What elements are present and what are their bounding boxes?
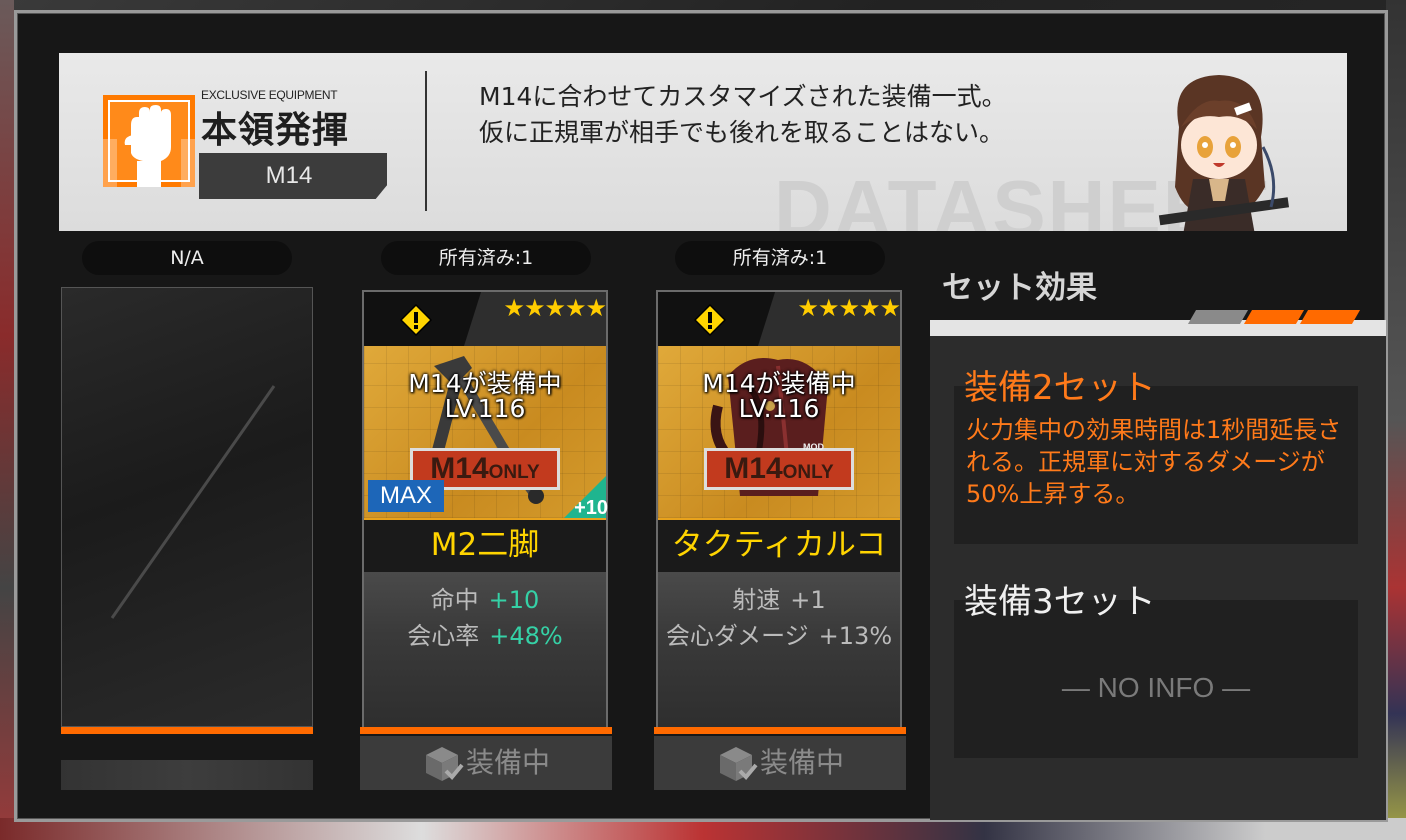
stat-crit-damage: 会心ダメージ +13% (658, 616, 900, 651)
slot-2-equipped-button[interactable]: 装備中 (360, 736, 612, 790)
exclusive-warning-icon (400, 304, 432, 336)
set-progress-segment-empty (1187, 310, 1249, 324)
set-progress-segment-filled (1299, 310, 1361, 324)
rarity-stars: ★★★★★ (503, 294, 607, 322)
exclusive-equipment-subtitle: EXCLUSIVE EQUIPMENT (201, 88, 338, 102)
m14-chibi-portrait (1158, 75, 1290, 231)
set-title: 本領発揮 (201, 109, 350, 151)
only-badge-model: M14 (724, 452, 783, 485)
stat-label: 会心率 (407, 622, 480, 650)
set-2-description: 火力集中の効果時間は1秒間延長される。正規軍に対するダメージが50%上昇する。 (966, 416, 1342, 508)
stat-label: 命中 (430, 586, 479, 614)
m14-only-badge: M14ONLY MOD (704, 442, 854, 490)
slot-2-accent-bar (360, 727, 612, 734)
slot-3-equipped-button[interactable]: 装備中 (654, 736, 906, 790)
stat-rate-of-fire: 射速 +1 (658, 580, 900, 615)
exclusive-warning-icon (694, 304, 726, 336)
only-badge-suffix: ONLY (782, 462, 834, 483)
stat-value: +48% (489, 622, 563, 650)
equip-box-icon (719, 747, 758, 781)
set-description: M14に合わせてカスタマイズされた装備一式。 仮に正規軍が相手でも後れを取ること… (479, 79, 1007, 151)
equipment-card-m2-bipod[interactable]: ★★★★★ M14が装備中 LV.116 M14ONLY MAX +10 M2二… (362, 290, 608, 730)
stat-crit-rate: 会心率 +48% (364, 616, 606, 651)
slot-1-footer (61, 760, 313, 790)
equipped-button-label: 装備中 (465, 746, 550, 779)
empty-equipment-slot[interactable] (61, 287, 313, 727)
stat-label: 射速 (732, 586, 781, 614)
set-progress-segment-filled (1243, 310, 1305, 324)
stat-value: +1 (790, 586, 826, 614)
set-progress-indicator (1187, 309, 1361, 328)
set-2-heading: 装備2セット (964, 368, 1156, 408)
slot-1-accent-bar (61, 727, 313, 734)
enhance-level: +10 (574, 497, 608, 519)
doll-name: M14 (265, 162, 313, 189)
stat-value: +10 (488, 586, 540, 614)
equipment-name: M2二脚 (364, 518, 606, 572)
rarity-stars: ★★★★★ (797, 294, 901, 322)
equipment-card-tactical-coat[interactable]: ★★★★★ M14が装備中 LV.116 M14ONLY MOD タクティカルコ… (656, 290, 902, 730)
equipment-level: LV.116 (738, 394, 820, 423)
max-level-badge: MAX (368, 480, 444, 512)
set-effect-title: セット効果 (942, 270, 1097, 306)
exclusive-equipment-banner: DATASHEET EXCLUSIVE EQUIPMENT 本領発揮 M14 M… (59, 53, 1347, 231)
set-3-no-info: — NO INFO — (1061, 672, 1251, 703)
equipped-button-label: 装備中 (759, 746, 844, 779)
slot-1-tag: N/A (82, 241, 292, 275)
background-edge-left (0, 0, 14, 840)
equipment-level: LV.116 (444, 394, 526, 423)
set-3-heading: 装備3セット (964, 582, 1156, 622)
description-line-2: 仮に正規軍が相手でも後れを取ることはない。 (479, 118, 1005, 147)
stat-accuracy: 命中 +10 (364, 580, 606, 615)
slot-2-tag: 所有済み:1 (381, 241, 591, 275)
stat-label: 会心ダメージ (665, 622, 809, 650)
only-badge-suffix: ONLY (488, 462, 540, 483)
empty-slot-slash-icon (110, 385, 276, 619)
equipment-stats: 命中 +10 会心率 +48% (364, 572, 606, 728)
description-line-1: M14に合わせてカスタマイズされた装備一式。 (479, 82, 1007, 111)
slot-3-accent-bar (654, 727, 906, 734)
equipment-stats: 射速 +1 会心ダメージ +13% (658, 572, 900, 728)
equip-box-icon (425, 747, 464, 781)
background-edge-right (1386, 0, 1406, 840)
mod-label: MOD (803, 442, 824, 452)
stat-value: +13% (818, 622, 893, 650)
raised-fist-icon (103, 95, 195, 187)
slot-3-tag: 所有済み:1 (675, 241, 885, 275)
banner-divider (425, 71, 427, 211)
equipment-name: タクティカルコート (658, 518, 900, 613)
